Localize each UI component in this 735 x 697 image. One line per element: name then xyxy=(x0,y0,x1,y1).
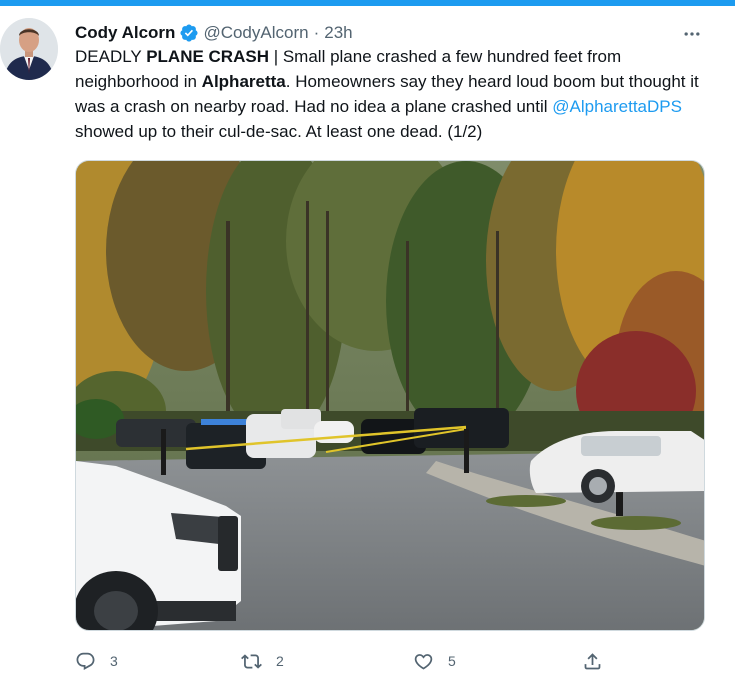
tweet-actions: 3 2 5 xyxy=(75,646,635,676)
retweet-count: 2 xyxy=(276,653,284,669)
share-button[interactable] xyxy=(582,646,603,676)
author-name[interactable]: Cody Alcorn xyxy=(75,23,175,43)
tweet-timestamp[interactable]: 23h xyxy=(324,23,352,43)
like-count: 5 xyxy=(448,653,456,669)
tweet-photo[interactable] xyxy=(75,160,705,631)
verified-badge-icon xyxy=(179,23,199,43)
share-icon xyxy=(584,652,601,669)
text-segment: DEADLY xyxy=(75,47,147,66)
retweet-button[interactable]: 2 xyxy=(241,646,284,676)
tweet-text: DEADLY PLANE CRASH | Small plane crashed… xyxy=(75,44,715,144)
like-button[interactable]: 5 xyxy=(413,646,456,676)
reply-button[interactable]: 3 xyxy=(75,646,118,676)
retweet-icon xyxy=(241,653,262,669)
mention-link[interactable]: @AlpharettaDPS xyxy=(552,97,682,116)
reply-icon xyxy=(76,652,95,670)
text-segment: showed up to their cul-de-sac. At least … xyxy=(75,122,483,141)
tweet-header: Cody Alcorn @CodyAlcorn · 23h xyxy=(75,21,353,45)
reply-count: 3 xyxy=(110,653,118,669)
author-handle[interactable]: @CodyAlcorn xyxy=(203,23,308,43)
avatar[interactable] xyxy=(0,18,58,80)
more-dots-icon xyxy=(684,32,700,36)
text-bold-alpharetta: Alpharetta xyxy=(201,72,286,91)
separator-dot: · xyxy=(313,23,320,42)
heart-icon xyxy=(414,653,433,670)
text-bold-plane-crash: PLANE CRASH xyxy=(146,47,269,66)
tweet[interactable]: Cody Alcorn @CodyAlcorn · 23h DEADLY PLA… xyxy=(0,6,735,697)
